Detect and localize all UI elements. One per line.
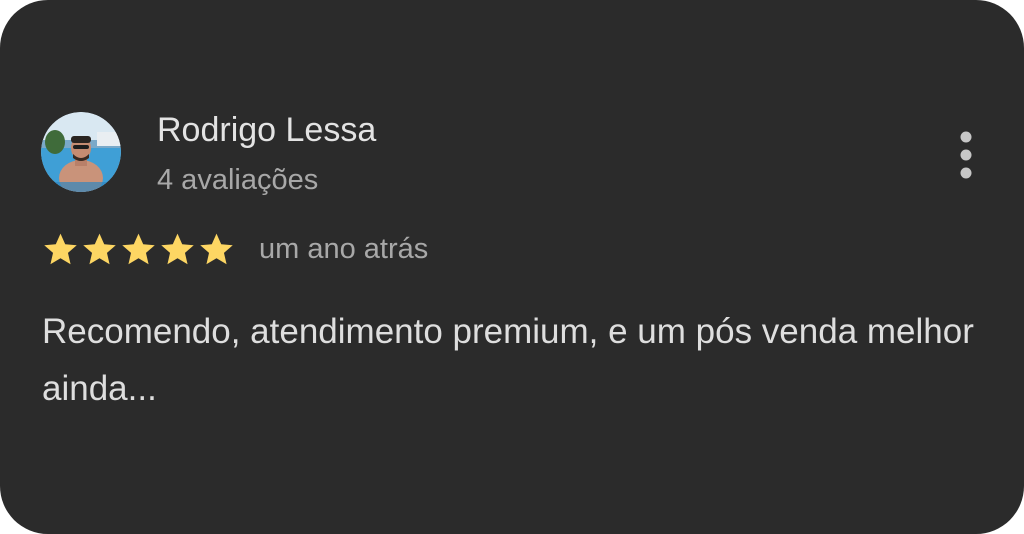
review-text: Recomendo, atendimento premium, e um pós… — [42, 312, 974, 408]
reviewer-review-count: 4 avaliações — [157, 164, 319, 196]
avatar[interactable] — [41, 112, 121, 192]
more-vert-icon — [960, 131, 972, 179]
reviewer-name[interactable]: Rodrigo Lessa — [157, 108, 376, 152]
avatar-photo-icon — [41, 112, 121, 192]
star-icon — [83, 233, 116, 265]
star-icon — [200, 233, 233, 265]
review-card: Rodrigo Lessa 4 avaliações um ano atrás … — [0, 0, 1024, 534]
star-icon — [122, 233, 155, 265]
review-date: um ano atrás — [259, 233, 429, 265]
star-rating — [41, 230, 236, 270]
more-options-button[interactable] — [944, 126, 988, 186]
star-icon — [44, 233, 77, 265]
star-icon — [161, 233, 194, 265]
